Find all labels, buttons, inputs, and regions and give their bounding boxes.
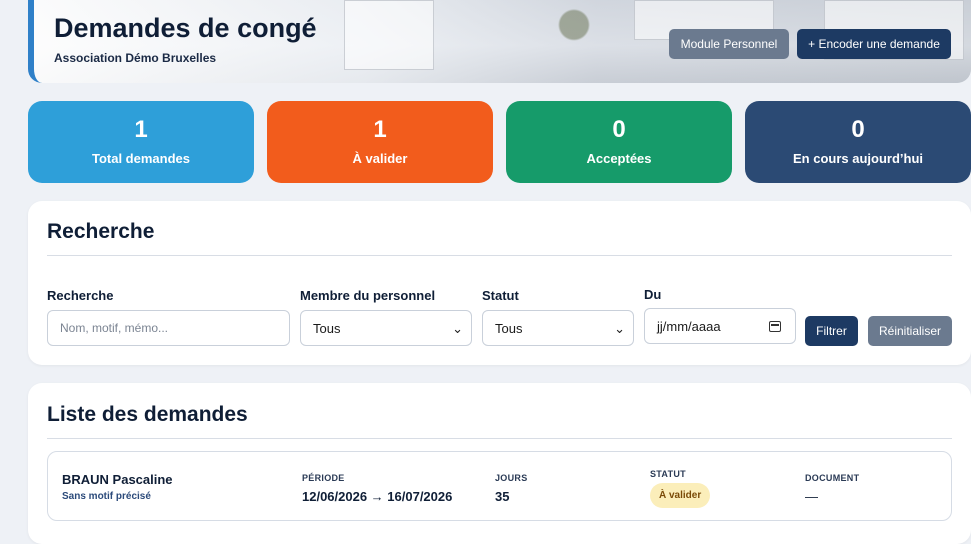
from-date-placeholder: jj/mm/aaaa bbox=[657, 318, 721, 334]
calendar-icon[interactable] bbox=[769, 321, 781, 332]
header-background-decoration bbox=[344, 0, 434, 70]
list-item[interactable]: BRAUN Pascaline Sans motif précisé PÉRIO… bbox=[47, 451, 952, 521]
requests-list-panel: Liste des demandes BRAUN Pascaline Sans … bbox=[28, 383, 971, 544]
search-query-label: Recherche bbox=[47, 288, 114, 303]
from-date-input[interactable]: jj/mm/aaaa bbox=[644, 308, 796, 344]
stat-card-total: 1 Total demandes bbox=[28, 101, 254, 183]
stat-value: 0 bbox=[851, 116, 865, 143]
status-label: Statut bbox=[482, 288, 519, 303]
period-value: 12/06/2026 → 16/07/2026 bbox=[302, 489, 453, 504]
list-title: Liste des demandes bbox=[47, 403, 248, 426]
document-value: — bbox=[805, 489, 818, 504]
stat-value: 1 bbox=[134, 116, 148, 143]
from-date-label: Du bbox=[644, 287, 662, 302]
stat-label: À valider bbox=[352, 151, 408, 166]
days-header: JOURS bbox=[495, 473, 528, 483]
organization-name: Association Démo Bruxelles bbox=[54, 51, 217, 65]
divider bbox=[47, 255, 952, 256]
status-header: STATUT bbox=[650, 469, 686, 479]
document-header: DOCUMENT bbox=[805, 473, 860, 483]
search-placeholder: Nom, motif, mémo... bbox=[60, 321, 169, 335]
module-personnel-button[interactable]: Module Personnel bbox=[669, 29, 789, 59]
stat-value: 0 bbox=[612, 116, 626, 143]
status-select-value: Tous bbox=[495, 320, 523, 336]
member-select-value: Tous bbox=[313, 320, 341, 336]
stat-card-ongoing-today: 0 En cours aujourd’hui bbox=[745, 101, 971, 183]
status-select[interactable]: Tous ⌄ bbox=[482, 310, 634, 346]
chevron-down-icon: ⌄ bbox=[614, 321, 625, 336]
chevron-down-icon: ⌄ bbox=[452, 321, 463, 336]
stat-card-to-validate: 1 À valider bbox=[267, 101, 493, 183]
period-header: PÉRIODE bbox=[302, 473, 345, 483]
header-plant-decoration bbox=[554, 0, 594, 83]
divider bbox=[47, 438, 952, 439]
page-title: Demandes de congé bbox=[54, 13, 317, 43]
stat-label: Acceptées bbox=[586, 151, 652, 166]
search-input[interactable]: Nom, motif, mémo... bbox=[47, 310, 290, 346]
stat-label: Total demandes bbox=[91, 151, 190, 166]
reset-button[interactable]: Réinitialiser bbox=[868, 316, 952, 346]
member-select[interactable]: Tous ⌄ bbox=[300, 310, 472, 346]
stat-card-accepted: 0 Acceptées bbox=[506, 101, 732, 183]
stat-label: En cours aujourd’hui bbox=[792, 151, 923, 166]
filter-button[interactable]: Filtrer bbox=[805, 316, 858, 346]
search-title: Recherche bbox=[47, 220, 155, 243]
member-label: Membre du personnel bbox=[300, 288, 436, 303]
employee-name: BRAUN Pascaline bbox=[62, 472, 173, 487]
status-badge: À valider bbox=[650, 483, 711, 508]
request-motif: Sans motif précisé bbox=[62, 491, 151, 502]
stat-value: 1 bbox=[373, 116, 387, 143]
days-value: 35 bbox=[495, 489, 510, 504]
new-request-button[interactable]: + Encoder une demande bbox=[797, 29, 951, 59]
search-panel: Recherche Recherche Nom, motif, mémo... … bbox=[28, 201, 971, 365]
